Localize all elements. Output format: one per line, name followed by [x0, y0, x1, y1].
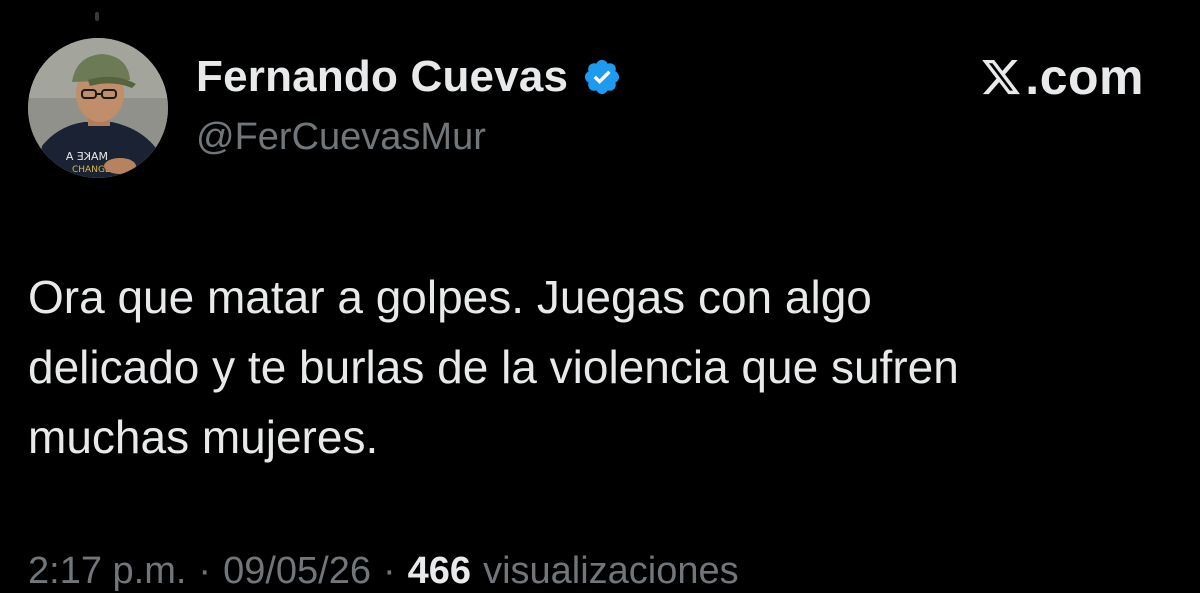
tweet-text: Ora que matar a golpes. Juegas con algo …	[28, 271, 959, 463]
x-logo-icon	[979, 56, 1023, 98]
meta-separator: ·	[383, 550, 396, 592]
top-dot	[95, 12, 99, 21]
avatar[interactable]: MAKE A CHANGE	[28, 38, 168, 178]
svg-text:MAKE A: MAKE A	[65, 150, 108, 163]
author-name-row: Fernando Cuevas	[196, 52, 622, 102]
tweet-meta: 2:17 p.m. · 09/05/26 · 466 visualizacion…	[28, 550, 739, 593]
meta-separator: ·	[198, 550, 212, 592]
author-handle[interactable]: @FerCuevasMur	[196, 116, 486, 159]
author-display-name[interactable]: Fernando Cuevas	[196, 52, 568, 102]
views-count[interactable]: 466	[408, 550, 471, 593]
tweet-time[interactable]: 2:17 p.m.	[28, 550, 186, 593]
views-label[interactable]: visualizaciones	[483, 550, 739, 593]
tweet-date[interactable]: 09/05/26	[223, 550, 371, 593]
avatar-photo: MAKE A CHANGE	[28, 38, 168, 178]
brand-text: .com	[1025, 49, 1144, 105]
verified-badge-icon[interactable]	[582, 57, 622, 97]
brand-watermark: .com	[979, 52, 1144, 102]
